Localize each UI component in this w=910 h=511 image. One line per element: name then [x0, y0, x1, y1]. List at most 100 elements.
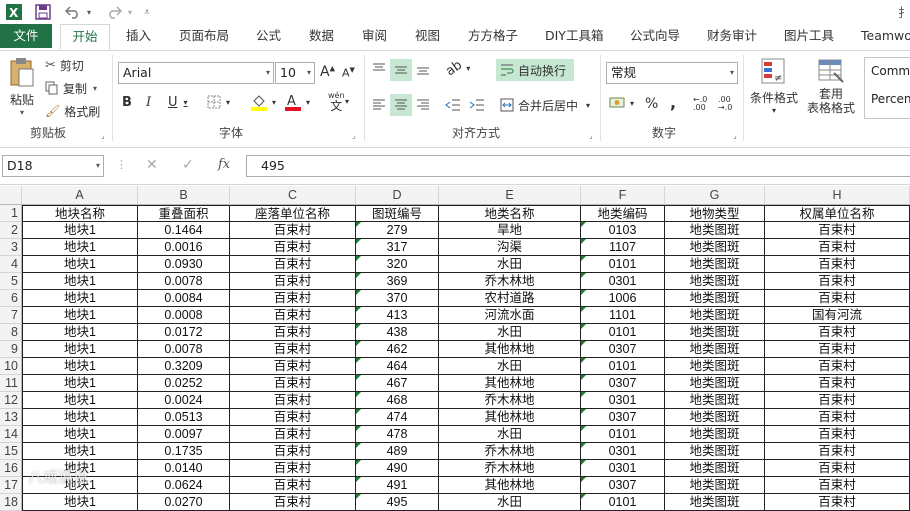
customize-icon[interactable]: ⩡: [141, 2, 153, 22]
clipboard-launcher-icon[interactable]: ⌟: [101, 131, 110, 140]
cell-patch-number[interactable]: 438: [356, 324, 439, 341]
tab-fangfang[interactable]: 方方格子: [468, 24, 518, 48]
cell-patch-number[interactable]: 474: [356, 409, 439, 426]
row-header[interactable]: 15: [0, 443, 22, 460]
cell-feature-type[interactable]: 地类图斑: [665, 477, 765, 494]
cell-patch-number[interactable]: 279: [356, 222, 439, 239]
copy-button[interactable]: 复制 ▾: [45, 78, 97, 98]
cell-land-class-code[interactable]: 0301: [581, 273, 665, 290]
column-header-c[interactable]: C: [230, 186, 356, 205]
column-header-d[interactable]: D: [356, 186, 439, 205]
cell-owner-unit[interactable]: 百束村: [765, 222, 910, 239]
cell-area-name[interactable]: 地块1: [22, 290, 138, 307]
row-header[interactable]: 16: [0, 460, 22, 477]
row-header[interactable]: 14: [0, 426, 22, 443]
font-color-button[interactable]: A ▾: [284, 93, 310, 111]
cell-feature-type[interactable]: 地类图斑: [665, 290, 765, 307]
cell-land-class-code[interactable]: 0101: [581, 358, 665, 375]
cell-area-name[interactable]: 地块1: [22, 273, 138, 290]
column-header-h[interactable]: H: [765, 186, 910, 205]
row-header[interactable]: 1: [0, 205, 22, 222]
cell-land-class-code[interactable]: 0101: [581, 256, 665, 273]
alignment-launcher-icon[interactable]: ⌟: [589, 131, 598, 140]
cell-land-class-name[interactable]: 其他林地: [439, 409, 581, 426]
cell-overlap-area[interactable]: 0.0930: [138, 256, 230, 273]
percent-button[interactable]: %: [645, 96, 658, 112]
cell-land-class-name[interactable]: 水田: [439, 256, 581, 273]
wrap-text-button[interactable]: 自动换行: [496, 59, 574, 81]
cell-feature-type[interactable]: 地类图斑: [665, 392, 765, 409]
redo-icon[interactable]: [103, 2, 125, 22]
cell-location-unit[interactable]: 百束村: [230, 341, 356, 358]
accounting-format-button[interactable]: ▾: [609, 95, 634, 111]
cell-location-unit[interactable]: 百束村: [230, 307, 356, 324]
window-control-icon[interactable]: 扌: [898, 2, 910, 22]
cell-area-name[interactable]: 地块1: [22, 256, 138, 273]
cell-owner-unit[interactable]: 百束村: [765, 409, 910, 426]
row-header[interactable]: 13: [0, 409, 22, 426]
style-percent[interactable]: Percen: [871, 92, 910, 106]
column-header-a[interactable]: A: [22, 186, 138, 205]
header-cell-land-class-name[interactable]: 地类名称: [439, 205, 581, 222]
tab-review[interactable]: 审阅: [362, 24, 387, 48]
decrease-font-button[interactable]: A▼: [342, 66, 355, 80]
cell-land-class-code[interactable]: 0307: [581, 477, 665, 494]
cell-owner-unit[interactable]: 百束村: [765, 324, 910, 341]
cell-location-unit[interactable]: 百束村: [230, 443, 356, 460]
cell-owner-unit[interactable]: 百束村: [765, 494, 910, 511]
cell-overlap-area[interactable]: 0.0016: [138, 239, 230, 256]
cell-area-name[interactable]: 地块1: [22, 443, 138, 460]
cell-land-class-name[interactable]: 水田: [439, 358, 581, 375]
redo-dropdown-icon[interactable]: ▾: [125, 2, 135, 22]
cell-feature-type[interactable]: 地类图斑: [665, 494, 765, 511]
cell-land-class-name[interactable]: 乔木林地: [439, 273, 581, 290]
cell-location-unit[interactable]: 百束村: [230, 426, 356, 443]
column-header-g[interactable]: G: [665, 186, 765, 205]
row-header[interactable]: 4: [0, 256, 22, 273]
cell-location-unit[interactable]: 百束村: [230, 392, 356, 409]
cell-land-class-code[interactable]: 0301: [581, 392, 665, 409]
cell-location-unit[interactable]: 百束村: [230, 460, 356, 477]
cell-feature-type[interactable]: 地类图斑: [665, 273, 765, 290]
cell-owner-unit[interactable]: 百束村: [765, 256, 910, 273]
number-format-select[interactable]: 常规 ▾: [606, 62, 738, 84]
cell-overlap-area[interactable]: 0.0078: [138, 341, 230, 358]
cell-patch-number[interactable]: 468: [356, 392, 439, 409]
cell-area-name[interactable]: 地块1: [22, 392, 138, 409]
cell-owner-unit[interactable]: 百束村: [765, 375, 910, 392]
cell-overlap-area[interactable]: 0.0172: [138, 324, 230, 341]
row-header[interactable]: 12: [0, 392, 22, 409]
column-header-b[interactable]: B: [138, 186, 230, 205]
cell-owner-unit[interactable]: 百束村: [765, 358, 910, 375]
conditional-format-button[interactable]: ≠ 条件格式 ▾: [748, 57, 800, 115]
cell-overlap-area[interactable]: 0.1735: [138, 443, 230, 460]
tab-page-layout[interactable]: 页面布局: [179, 24, 229, 48]
tab-formulas[interactable]: 公式: [256, 24, 281, 48]
cell-owner-unit[interactable]: 百束村: [765, 273, 910, 290]
tab-file[interactable]: 文件: [0, 24, 52, 48]
cell-location-unit[interactable]: 百束村: [230, 477, 356, 494]
borders-button[interactable]: ▾: [207, 95, 230, 109]
cell-land-class-code[interactable]: 1101: [581, 307, 665, 324]
cell-land-class-name[interactable]: 其他林地: [439, 341, 581, 358]
cell-owner-unit[interactable]: 百束村: [765, 290, 910, 307]
cell-area-name[interactable]: 地块1: [22, 307, 138, 324]
cell-owner-unit[interactable]: 百束村: [765, 443, 910, 460]
cell-overlap-area[interactable]: 0.0024: [138, 392, 230, 409]
header-cell-area-name[interactable]: 地块名称: [22, 205, 138, 222]
header-cell-patch-number[interactable]: 图斑编号: [356, 205, 439, 222]
cell-area-name[interactable]: 地块1: [22, 222, 138, 239]
cell-land-class-code[interactable]: 0101: [581, 324, 665, 341]
cell-patch-number[interactable]: 370: [356, 290, 439, 307]
cell-owner-unit[interactable]: 百束村: [765, 426, 910, 443]
cell-land-class-code[interactable]: 0301: [581, 460, 665, 477]
tab-view[interactable]: 视图: [415, 24, 440, 48]
cell-feature-type[interactable]: 地类图斑: [665, 307, 765, 324]
cell-land-class-code[interactable]: 0103: [581, 222, 665, 239]
cell-land-class-code[interactable]: 0307: [581, 409, 665, 426]
cell-feature-type[interactable]: 地类图斑: [665, 460, 765, 477]
align-right-button[interactable]: [414, 95, 432, 115]
format-as-table-button[interactable]: 套用 表格格式: [803, 57, 859, 115]
tab-finance-audit[interactable]: 财务审计: [707, 24, 757, 48]
undo-dropdown-icon[interactable]: ▾: [84, 2, 94, 22]
